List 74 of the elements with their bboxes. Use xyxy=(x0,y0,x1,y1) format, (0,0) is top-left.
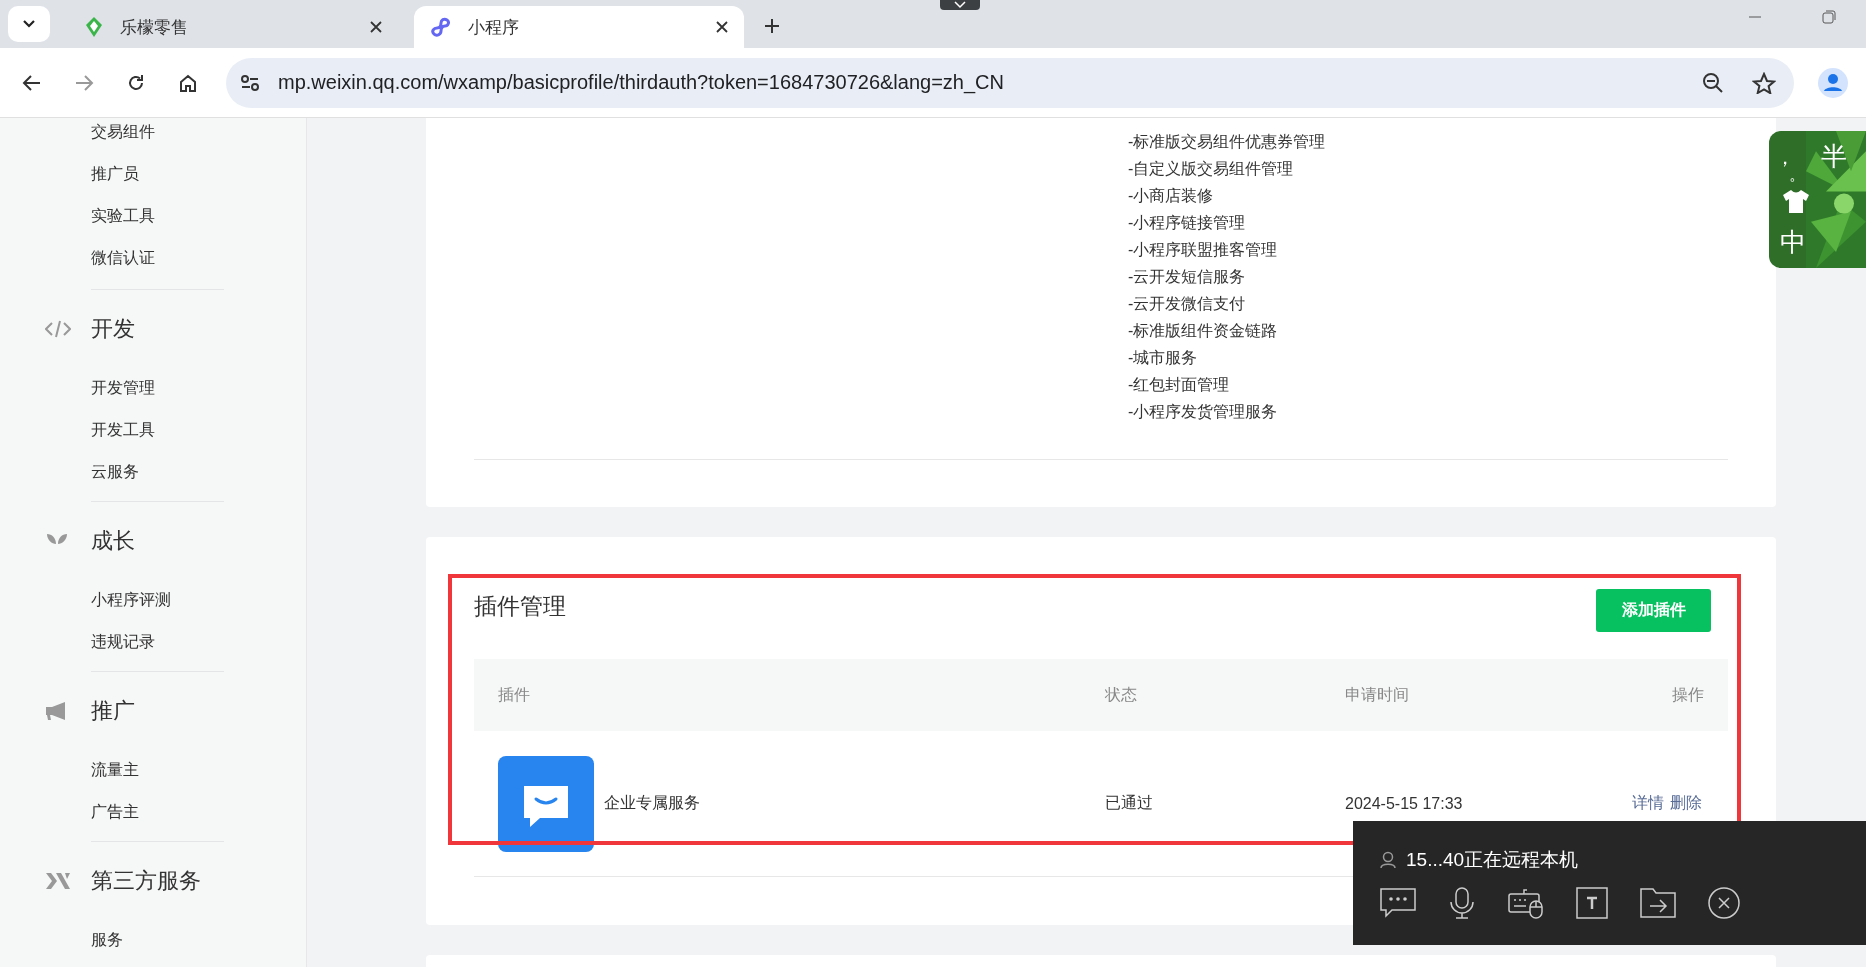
sidebar-item[interactable]: 服务 xyxy=(91,919,306,961)
table-cell-text: 企业专属服务 xyxy=(604,793,700,813)
double-x-icon xyxy=(45,872,71,890)
sidebar-item[interactable]: 交易组件 xyxy=(91,118,306,153)
sidebar-section-title: 第三方服务 xyxy=(91,867,201,895)
permission-item: -城市服务 xyxy=(1128,348,1199,368)
permission-item: -标准版组件资金链路 xyxy=(1128,321,1279,341)
permission-item: -标准版交易组件优惠券管理 xyxy=(1128,132,1327,152)
permission-item: -小程序发货管理服务 xyxy=(1128,402,1279,422)
permission-item: -红包封面管理 xyxy=(1128,375,1231,395)
leaf-icon xyxy=(84,16,104,38)
column-header: 状态 xyxy=(1105,684,1138,705)
sidebar-item[interactable]: 小程序评测 xyxy=(91,579,306,621)
action-link[interactable]: 删除 xyxy=(1670,793,1702,814)
sidebar-section-title: 成长 xyxy=(91,527,135,555)
zoom-icon[interactable] xyxy=(1702,71,1724,94)
microphone-icon[interactable] xyxy=(1448,887,1476,919)
chat-icon[interactable] xyxy=(1380,888,1416,918)
url-text: mp.weixin.qq.com/wxamp/basicprofile/thirdauth?token=1684730726&lang=zh_CN xyxy=(278,71,1004,94)
code-icon xyxy=(45,320,71,338)
ime-mode-text: 半 xyxy=(1821,143,1847,169)
section-title: 插件管理 xyxy=(474,592,566,621)
input-method-widget[interactable]: 半 ， 。 中 xyxy=(1769,131,1866,268)
permission-item: -小程序链接管理 xyxy=(1128,213,1247,233)
sidebar-item[interactable]: 开发管理 xyxy=(91,367,306,409)
ime-language-text: 中 xyxy=(1780,229,1806,255)
chat-bubble-icon xyxy=(498,755,594,852)
sidebar-item[interactable]: 实验工具 xyxy=(91,195,306,237)
remote-status-text: 15...40正在远程本机 xyxy=(1406,848,1579,872)
sidebar-item[interactable]: 微信认证 xyxy=(91,237,306,279)
forward-icon[interactable] xyxy=(74,73,94,92)
sidebar-item[interactable]: 开发工具 xyxy=(91,409,306,451)
user-icon xyxy=(1380,851,1396,869)
permission-item: -小程序联盟推客管理 xyxy=(1128,240,1279,260)
browser-tab[interactable]: 小程序 xyxy=(414,6,744,48)
back-icon[interactable] xyxy=(22,73,42,92)
sidebar-item[interactable]: 云服务 xyxy=(91,451,306,493)
permission-item: -云开发微信支付 xyxy=(1128,294,1247,314)
permission-item: -自定义版交易组件管理 xyxy=(1128,159,1295,179)
text-icon[interactable] xyxy=(1576,887,1608,919)
folder-transfer-icon[interactable] xyxy=(1640,888,1676,918)
reload-icon[interactable] xyxy=(126,72,146,93)
sidebar-item[interactable]: 推广员 xyxy=(91,153,306,195)
close-icon[interactable] xyxy=(370,21,382,33)
chevron-icon[interactable] xyxy=(940,0,980,10)
sidebar-section-title: 开发 xyxy=(91,315,135,343)
home-icon[interactable] xyxy=(178,72,198,93)
sidebar-section-title: 推广 xyxy=(91,697,135,725)
sidebar-item[interactable]: 流量主 xyxy=(91,749,306,791)
permission-item: -小商店装修 xyxy=(1128,186,1215,206)
permission-item: -云开发短信服务 xyxy=(1128,267,1247,287)
shirt-icon xyxy=(1782,189,1810,213)
close-icon[interactable] xyxy=(716,21,728,33)
link-icon xyxy=(430,16,452,38)
action-link[interactable]: 详情 xyxy=(1632,793,1664,814)
keyboard-mouse-icon[interactable] xyxy=(1508,887,1544,919)
punctuation-text: ， xyxy=(1775,147,1795,167)
column-header: 插件 xyxy=(498,684,531,705)
punctuation-text: 。 xyxy=(1789,167,1805,183)
star-icon[interactable] xyxy=(1752,71,1776,94)
new-tab-icon[interactable] xyxy=(764,18,780,34)
table-cell-text: 2024-5-15 17:33 xyxy=(1345,794,1464,813)
tab-list-button[interactable] xyxy=(8,6,50,42)
profile-icon[interactable] xyxy=(1818,67,1848,98)
table-cell-text: 已通过 xyxy=(1105,793,1154,813)
chevron-icon xyxy=(22,19,36,29)
restore-icon[interactable] xyxy=(1822,10,1836,24)
address-bar[interactable]: mp.weixin.qq.com/wxamp/basicprofile/thirdauth?token=1684730726&lang=zh_CN xyxy=(226,57,1794,108)
sidebar-item[interactable]: 违规记录 xyxy=(91,621,306,663)
site-settings-icon[interactable] xyxy=(240,73,260,92)
column-header: 申请时间 xyxy=(1345,684,1410,705)
browser-tab[interactable]: 乐檬零售 xyxy=(68,6,398,48)
sidebar-item[interactable]: 广告主 xyxy=(91,791,306,833)
column-header: 操作 xyxy=(1671,684,1704,705)
